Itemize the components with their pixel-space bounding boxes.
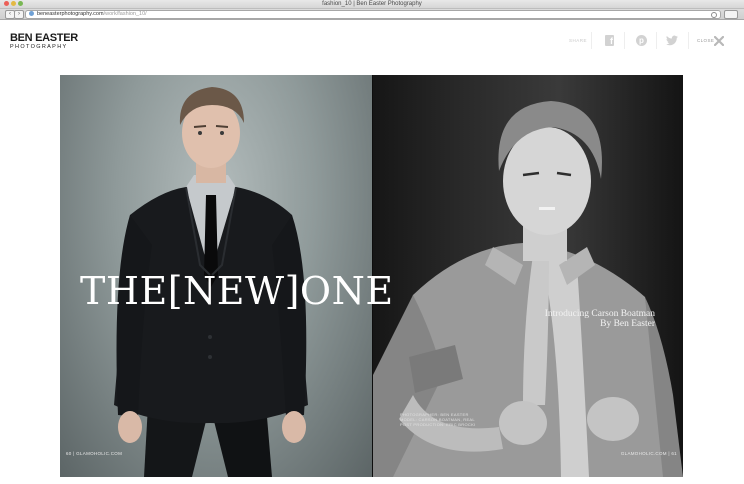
divider [688,32,689,49]
share-label: SHARE [569,38,588,43]
close-icon[interactable] [714,36,724,46]
photo-credits: PHOTOGRAPHER: BEN EASTER MODEL: CARSON B… [400,412,490,427]
reload-icon[interactable] [711,12,717,18]
logo-title: BEN EASTER [10,32,78,44]
folio-right: GLAMOHOLIC.COM | 61 [620,451,677,456]
magazine-spread: 60 | GLAMOHOLIC.COM PHOTOGRAPHER: BEN EA… [60,75,683,477]
logo-subtitle: PHOTOGRAPHY [10,44,68,50]
folio-left: 60 | GLAMOHOLIC.COM [66,451,123,456]
address-bar[interactable]: beneasterphotography.com/work/fashion_10… [25,10,721,19]
facebook-icon[interactable]: f [605,35,614,46]
credit-line: POST PRODUCTION: ERIC BROCKI [400,422,476,427]
window-titlebar: fashion_10 | Ben Easter Photography [0,0,744,9]
window-title: fashion_10 | Ben Easter Photography [322,1,422,7]
url-domain: beneasterphotography.com [37,11,104,17]
browser-toolbar: ‹ › beneasterphotography.com/work/fashio… [0,9,744,20]
headline-subtitle: Introducing Carson Boatman [544,309,655,319]
twitter-icon[interactable] [666,35,678,46]
pinterest-icon[interactable]: p [636,35,647,46]
headline: THE[NEW]ONE [80,269,394,313]
headline-byline: By Ben Easter [600,319,655,329]
globe-icon [29,11,34,16]
right-page-photo: PHOTOGRAPHER: BEN EASTER MODEL: CARSON B… [373,75,683,477]
reader-button[interactable] [724,10,738,19]
divider [656,32,657,49]
url-path: /work/fashion_10/ [103,11,147,17]
close-label[interactable]: CLOSE [697,38,714,43]
site-logo[interactable]: BEN EASTER PHOTOGRAPHY [10,33,78,51]
divider [624,32,625,49]
divider [591,32,592,49]
forward-button[interactable]: › [14,10,24,19]
